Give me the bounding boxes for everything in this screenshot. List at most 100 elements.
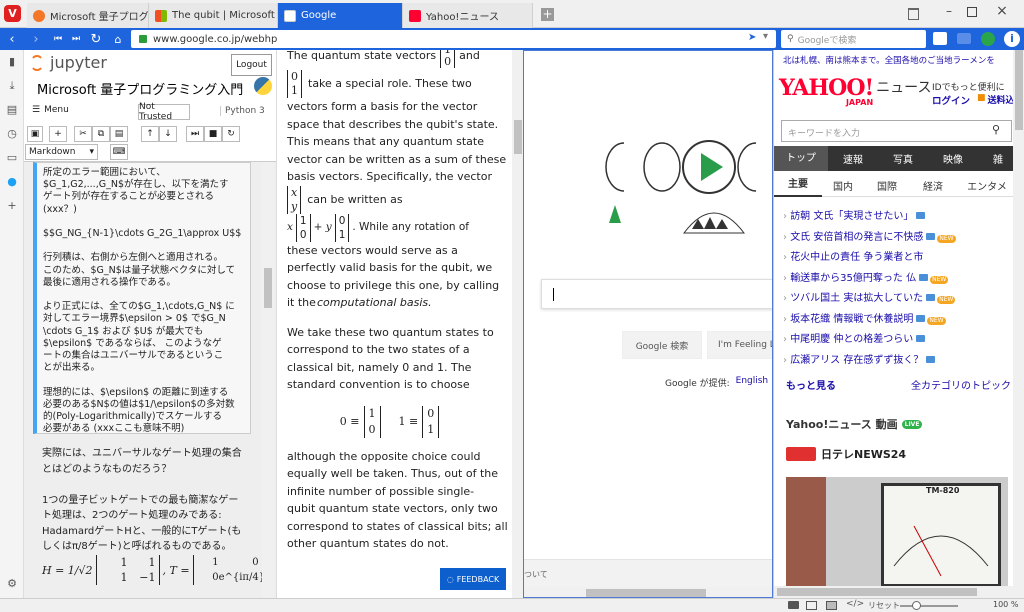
url-field[interactable]: www.google.co.jp/webhp: [131, 30, 776, 48]
add-panel-icon[interactable]: +: [4, 198, 20, 214]
yahoo-scrollbar-thumb[interactable]: [1015, 50, 1023, 130]
subnav-world[interactable]: 国際: [864, 178, 910, 193]
tab-ms-docs[interactable]: The qubit | Microsoft Docs: [149, 3, 278, 28]
maximize-button[interactable]: [967, 7, 977, 17]
chat-icon[interactable]: [957, 33, 971, 44]
nav-top[interactable]: トップ: [774, 146, 828, 171]
download-icon[interactable]: ⤓: [4, 78, 20, 94]
more-link[interactable]: もっと見る: [786, 377, 836, 392]
nav-video[interactable]: 映像: [928, 151, 978, 166]
notes-icon[interactable]: ▤: [4, 102, 20, 118]
code-icon[interactable]: </>: [846, 599, 864, 609]
news-item[interactable]: › 輸送車から35億円奪った 仏 NEW: [783, 269, 1023, 290]
twitter-icon[interactable]: ●: [4, 174, 20, 190]
video-thumbnail[interactable]: TM-820: [786, 477, 1008, 587]
reset-zoom-button[interactable]: リセット: [868, 600, 900, 611]
window-icon[interactable]: ▭: [4, 150, 20, 166]
run-icon[interactable]: ⏭: [186, 126, 204, 142]
reload-icon[interactable]: ↻: [86, 28, 106, 50]
close-button[interactable]: ×: [994, 3, 1010, 19]
zoom-slider[interactable]: [900, 605, 958, 607]
camera-icon[interactable]: [788, 601, 799, 609]
nav-misc[interactable]: 雑: [978, 151, 1018, 166]
google-search-button[interactable]: Google 検索: [622, 331, 702, 359]
feedback-button[interactable]: ◌ FEEDBACK: [440, 568, 506, 590]
rewind-icon[interactable]: ⏮: [48, 28, 68, 50]
yahoo-search-input[interactable]: キーワードを入力: [781, 120, 1012, 142]
new-tab-button[interactable]: +: [541, 8, 554, 21]
english-link[interactable]: English: [736, 376, 769, 389]
minimize-button[interactable]: –: [941, 4, 957, 20]
nav-breaking[interactable]: 速報: [828, 151, 878, 166]
yahoo-hscroll-thumb[interactable]: [777, 588, 977, 596]
save-icon[interactable]: ▣: [27, 126, 43, 142]
move-down-icon[interactable]: ↓: [159, 126, 177, 142]
navigate-icon[interactable]: ➤: [748, 32, 756, 43]
notebook-title[interactable]: Microsoft 量子プログラミング入門: [37, 79, 243, 98]
tab-jupyter[interactable]: Microsoft 量子プログラミング入門: [27, 3, 149, 28]
bookmark-icon[interactable]: ▮: [4, 54, 20, 70]
zoom-slider-handle[interactable]: [912, 601, 921, 610]
yahoo-search-icon[interactable]: ⚲: [992, 123, 1000, 136]
news-item[interactable]: › 中尾明慶 仲との格差つらい: [783, 330, 1023, 351]
image-icon[interactable]: [826, 601, 837, 610]
move-up-icon[interactable]: ↑: [141, 126, 159, 142]
menu-button[interactable]: ☰ Menu: [32, 105, 69, 115]
cell-line: $\epsilon$ であるならば、 このようなゲ: [43, 337, 222, 349]
nav-photo[interactable]: 写真: [878, 151, 928, 166]
docs-scrollbar-thumb[interactable]: [514, 120, 522, 154]
vivaldi-menu-icon[interactable]: V: [4, 5, 21, 22]
news-item[interactable]: › 文氏 安倍首相の発言に不快感 NEW: [783, 228, 1023, 249]
google-search-input[interactable]: [541, 279, 772, 309]
tab-google[interactable]: Google: [278, 3, 403, 28]
yahoo-scrollbar[interactable]: [1013, 50, 1024, 586]
all-topics-link[interactable]: 全カテゴリのトピック: [911, 377, 1011, 392]
trusted-badge[interactable]: Not Trusted: [138, 102, 190, 122]
channel-row[interactable]: 日テレNEWS24: [786, 446, 906, 462]
star-icon[interactable]: ▾: [763, 31, 768, 42]
yahoo-logo[interactable]: YAHOO! JAPAN ニュース: [779, 77, 931, 107]
subnav-main[interactable]: 主要: [774, 175, 822, 197]
top-notice[interactable]: 北は札幌、南は熊本まで。全国各地のご当地ラーメンを: [783, 54, 995, 66]
fast-forward-icon[interactable]: ⏭: [66, 28, 86, 50]
settings-icon[interactable]: [981, 32, 995, 46]
send-link[interactable]: ■ 送料込: [977, 93, 1015, 106]
subnav-domestic[interactable]: 国内: [822, 178, 864, 193]
home-icon[interactable]: ⌂: [108, 28, 128, 50]
news-item[interactable]: › 坂本花織 情報戦で休養説明 NEW: [783, 310, 1023, 331]
forward-icon[interactable]: ›: [26, 28, 46, 50]
logout-button[interactable]: Logout: [231, 54, 272, 76]
login-link[interactable]: ログイン: [932, 93, 970, 107]
back-icon[interactable]: ‹: [2, 28, 22, 50]
search-field[interactable]: ⚲ Googleで検索: [781, 30, 926, 48]
restart-icon[interactable]: ↻: [222, 126, 240, 142]
docs-paragraph-3: We take these two quantum states to corre…: [287, 324, 494, 394]
scrollbar[interactable]: [262, 162, 274, 598]
tile-icon[interactable]: [806, 601, 817, 610]
google-hscroll-thumb[interactable]: [586, 589, 706, 597]
reader-view-icon[interactable]: [933, 32, 947, 45]
copy-icon[interactable]: ⧉: [92, 126, 110, 142]
cell-source: 所定のエラー範囲において、 $G_1,G2,...,G_N$が存在し、以下を満たす…: [43, 167, 246, 435]
cut-icon[interactable]: ✂: [74, 126, 92, 142]
news-item[interactable]: › 花火中止の責任 争う業者と市: [783, 248, 1023, 269]
paste-icon[interactable]: ▤: [110, 126, 128, 142]
markdown-cell[interactable]: 所定のエラー範囲において、 $G_1,G2,...,G_N$が存在し、以下を満たす…: [33, 162, 251, 434]
news-item[interactable]: › ツバル国土 実は拡大していた NEW: [783, 289, 1023, 310]
trash-icon[interactable]: [908, 8, 919, 20]
cell-type-select[interactable]: Markdown ▾: [25, 144, 98, 160]
gear-icon[interactable]: ⚙: [4, 576, 20, 592]
subnav-economy[interactable]: 経済: [910, 178, 956, 193]
history-icon[interactable]: ◷: [4, 126, 20, 142]
scrollbar-thumb[interactable]: [264, 268, 272, 308]
tab-yahoo[interactable]: Yahoo!ニュース: [403, 3, 533, 28]
google-doodle[interactable]: [584, 113, 773, 263]
news-item[interactable]: › 広瀬アリス 存在感ずず抜く？: [783, 351, 1023, 372]
lucky-button[interactable]: I'm Feeling L: [707, 331, 772, 359]
news-item[interactable]: › 訪朝 文氏「実現させたい」: [783, 207, 1023, 228]
insert-cell-icon[interactable]: +: [49, 126, 67, 142]
stop-icon[interactable]: ■: [204, 126, 222, 142]
info-icon[interactable]: i: [1004, 31, 1020, 47]
keyboard-icon[interactable]: ⌨: [110, 144, 128, 160]
subnav-entertainment[interactable]: エンタメ: [956, 178, 1018, 193]
